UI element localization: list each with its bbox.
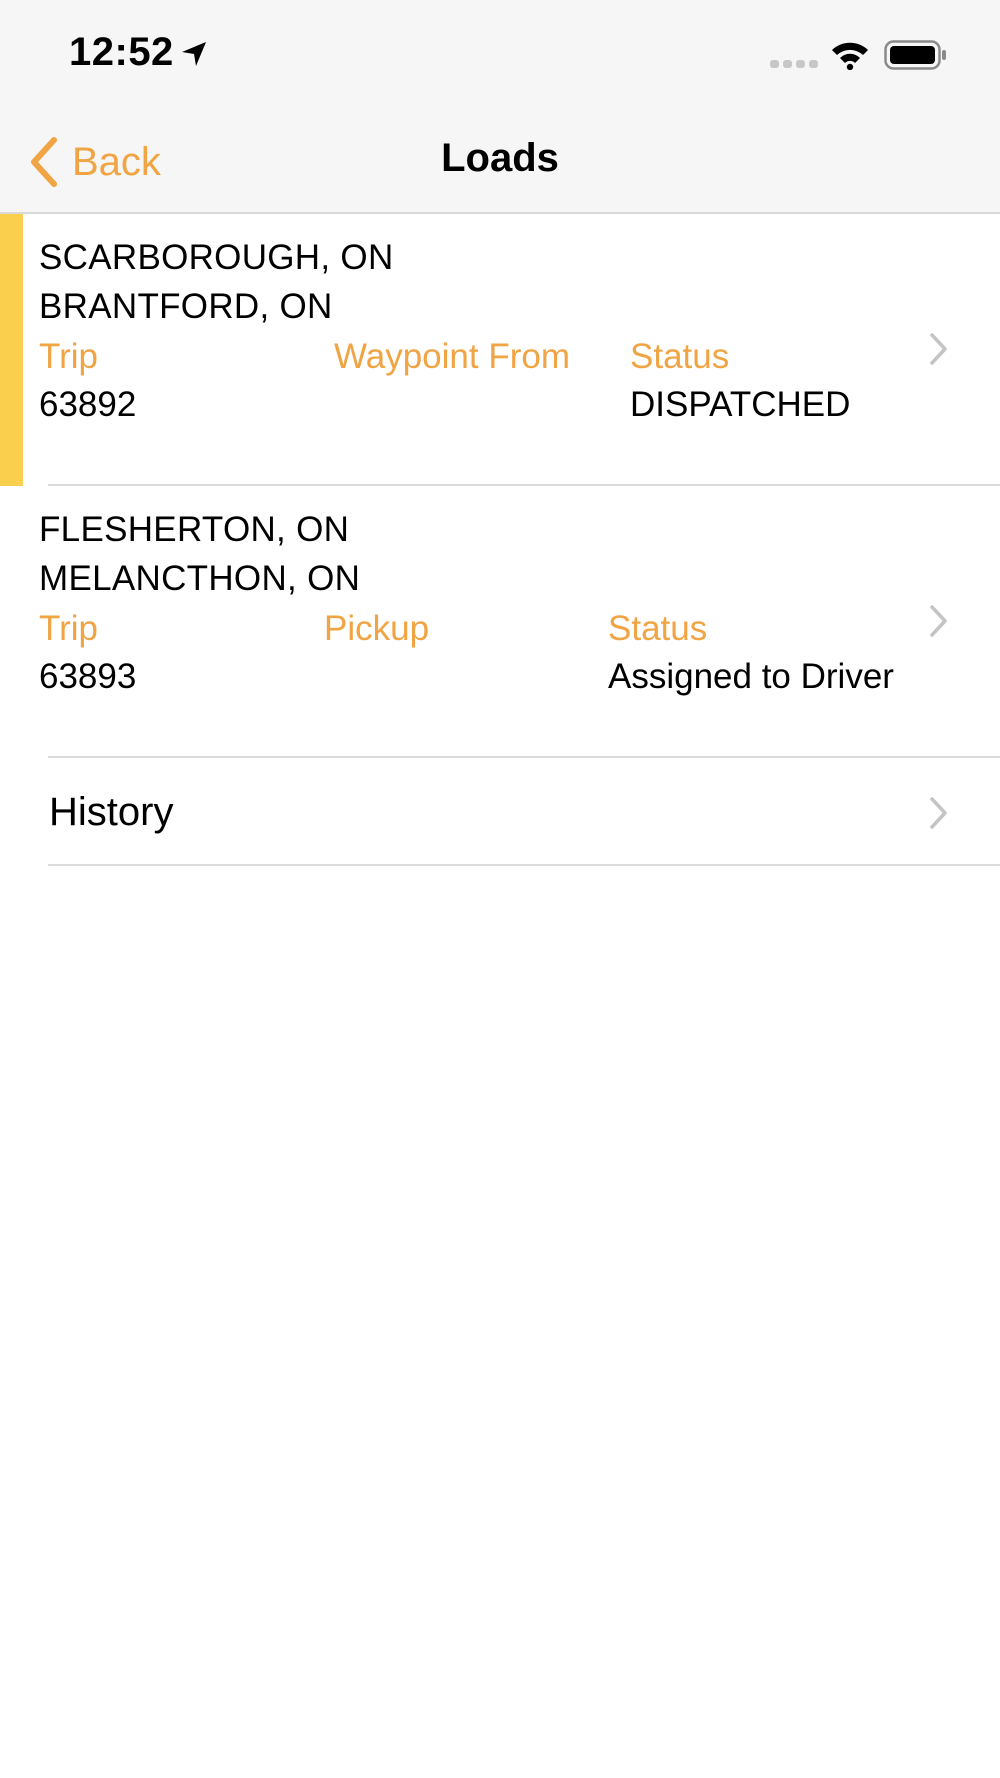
wifi-icon [832,42,868,70]
trip-label: Trip [39,609,98,648]
load-item[interactable]: SCARBOROUGH, ON BRANTFORD, ON Trip Waypo… [0,214,1000,486]
history-label: History [49,790,174,834]
status-label: Status [608,609,708,648]
loads-list: SCARBOROUGH, ON BRANTFORD, ON Trip Waypo… [0,214,1000,758]
selected-indicator [0,214,23,486]
waypoint-label: Waypoint From [334,337,570,376]
cellular-signal-icon [770,60,818,68]
load-destination: BRANTFORD, ON [39,287,333,326]
battery-icon [884,40,946,70]
status-value: DISPATCHED [630,385,851,424]
navigation-bar: Back Loads [0,106,1000,214]
load-origin: SCARBOROUGH, ON [39,238,394,277]
load-destination: MELANCTHON, ON [39,559,361,598]
status-time: 12:52 [69,30,174,74]
status-value: Assigned to Driver [608,657,894,696]
row-divider [48,756,1000,758]
location-arrow-icon [182,42,206,66]
waypoint-label: Pickup [324,609,430,648]
trip-number: 63892 [39,385,137,424]
status-label: Status [630,337,730,376]
load-item[interactable]: FLESHERTON, ON MELANCTHON, ON Trip Picku… [0,486,1000,758]
chevron-right-icon [930,797,947,829]
trip-label: Trip [39,337,98,376]
row-divider [48,864,1000,866]
trip-number: 63893 [39,657,137,696]
history-row[interactable]: History [0,760,1000,866]
load-origin: FLESHERTON, ON [39,510,350,549]
status-bar: 12:52 [0,0,1000,106]
chevron-right-icon [930,333,947,365]
page-title: Loads [441,136,559,180]
chevron-right-icon [930,605,947,637]
